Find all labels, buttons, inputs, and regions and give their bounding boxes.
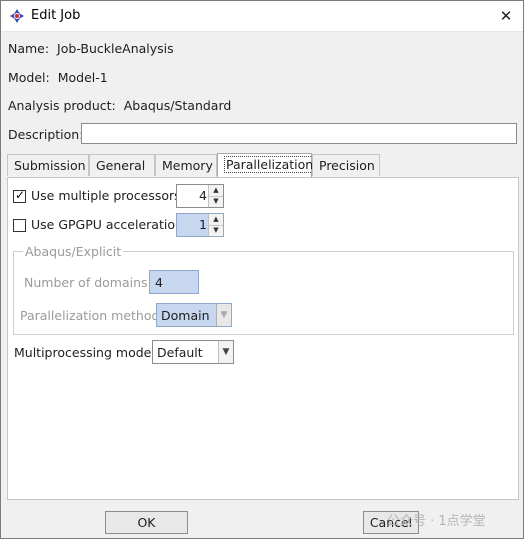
- tab-memory[interactable]: Memory: [155, 154, 217, 176]
- model-row: Model: Model-1: [8, 70, 108, 85]
- chevron-down-icon[interactable]: ▼: [216, 304, 231, 326]
- chevron-down-icon[interactable]: ▼: [218, 341, 233, 363]
- name-value: Job-BuckleAnalysis: [57, 41, 174, 56]
- spinner-buttons: ▲ ▼: [208, 185, 223, 207]
- edit-job-dialog: Edit Job ✕ Name: Job-BuckleAnalysis Mode…: [0, 0, 524, 539]
- mode-select[interactable]: Default ▼: [152, 340, 234, 364]
- tab-general[interactable]: General: [89, 154, 155, 176]
- model-label: Model:: [8, 70, 50, 85]
- multi-processor-label: Use multiple processors: [31, 188, 181, 203]
- abaqus-logo-icon: [10, 9, 24, 23]
- method-value: Domain: [161, 308, 210, 323]
- model-value: Model-1: [57, 70, 108, 85]
- description-label: Description:: [8, 127, 84, 142]
- mode-value: Default: [157, 345, 203, 360]
- explicit-group-label: Abaqus/Explicit: [23, 244, 124, 259]
- processor-count-value: 4: [199, 188, 207, 203]
- processor-count-spinner[interactable]: 4 ▲ ▼: [176, 184, 224, 208]
- product-row: Analysis product: Abaqus/Standard: [8, 98, 231, 113]
- product-value: Abaqus/Standard: [123, 98, 232, 113]
- window-title: Edit Job: [31, 8, 81, 23]
- close-icon[interactable]: ✕: [489, 1, 523, 31]
- tab-parallelization[interactable]: Parallelization: [217, 153, 316, 178]
- gpgpu-checkbox[interactable]: [13, 219, 26, 232]
- domains-input[interactable]: 4: [149, 270, 199, 294]
- gpgpu-count-value: 1: [199, 217, 207, 232]
- spinner-buttons: ▲ ▼: [208, 214, 223, 236]
- gpgpu-label: Use GPGPU acceleration: [31, 217, 183, 232]
- tab-precision[interactable]: Precision: [312, 154, 380, 176]
- domains-label: Number of domains:: [24, 275, 152, 290]
- description-input[interactable]: [81, 123, 517, 144]
- product-label: Analysis product:: [8, 98, 116, 113]
- name-label: Name:: [8, 41, 50, 56]
- method-select[interactable]: Domain ▼: [156, 303, 232, 327]
- name-row: Name: Job-BuckleAnalysis: [8, 41, 174, 56]
- tab-submission[interactable]: Submission: [7, 154, 89, 176]
- mode-label: Multiprocessing mode:: [14, 345, 156, 360]
- spin-down-icon[interactable]: ▼: [209, 225, 223, 236]
- checkmark-icon: ✓: [15, 188, 26, 202]
- watermark: 公众号 · 1点学堂: [387, 514, 486, 529]
- spin-down-icon[interactable]: ▼: [209, 196, 223, 207]
- ok-button[interactable]: OK: [105, 511, 188, 534]
- multi-processor-checkbox[interactable]: ✓: [13, 188, 26, 203]
- gpgpu-count-spinner[interactable]: 1 ▲ ▼: [176, 213, 224, 237]
- domains-value: 4: [155, 275, 163, 290]
- title-bar: Edit Job ✕: [1, 1, 523, 32]
- method-label: Parallelization method:: [20, 308, 164, 323]
